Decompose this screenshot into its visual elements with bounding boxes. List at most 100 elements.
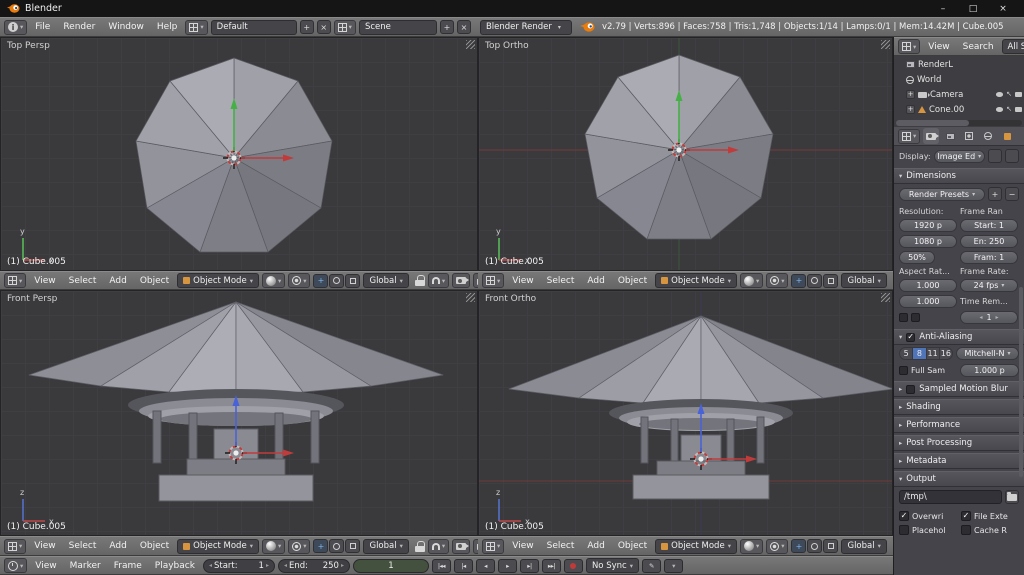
selectability-icon[interactable]: ↖ <box>1006 91 1012 98</box>
keying-set-button[interactable]: ▾ <box>664 559 683 573</box>
file-browse-button[interactable] <box>1005 490 1019 504</box>
rotate-manipulator-icon[interactable] <box>807 274 822 288</box>
viewport-front-ortho[interactable]: zx Front Ortho (1) Cube.005 <box>478 290 893 536</box>
menu-select[interactable]: Select <box>64 276 102 286</box>
fps-dropdown[interactable]: 24 fps <box>960 279 1018 292</box>
render-presets-dropdown[interactable]: Render Presets <box>899 188 985 201</box>
resolution-y-slider[interactable]: 1080 p <box>899 235 957 248</box>
sync-dropdown[interactable]: No Sync▾ <box>586 558 639 573</box>
menu-file[interactable]: File <box>30 22 55 32</box>
translate-manipulator-icon[interactable]: + <box>791 274 806 288</box>
editor-type-button[interactable]: ▾ <box>482 539 504 554</box>
expand-icon[interactable]: + <box>906 90 915 99</box>
menu-view[interactable]: View <box>507 276 538 286</box>
tab-render-layers[interactable] <box>942 128 958 144</box>
cache-result-checkbox[interactable]: Cache R <box>961 525 1021 535</box>
screen-layout-dropdown[interactable]: Default <box>211 20 297 35</box>
full-sample-checkbox[interactable] <box>899 366 908 375</box>
mode-dropdown[interactable]: Object Mode▾ <box>655 273 737 288</box>
menu-object[interactable]: Object <box>613 276 652 286</box>
anti-aliasing-checkbox[interactable]: ✓ <box>906 333 915 342</box>
outliner-item-camera[interactable]: + Camera ↖ <box>894 87 1024 102</box>
outliner-item-renderlayer[interactable]: RenderL <box>894 57 1024 72</box>
menu-window[interactable]: Window <box>103 22 149 32</box>
menu-object[interactable]: Object <box>135 541 174 551</box>
menu-view[interactable]: View <box>507 541 538 551</box>
scale-manipulator-icon[interactable] <box>345 539 360 553</box>
scrollbar-thumb[interactable] <box>896 120 969 126</box>
aa-samples-8-button[interactable]: 8 <box>913 348 926 359</box>
menu-add[interactable]: Add <box>104 541 131 551</box>
editor-outliner-button[interactable]: ▾ <box>898 39 920 54</box>
outliner-item-world[interactable]: World <box>894 72 1024 87</box>
menu-select[interactable]: Select <box>64 541 102 551</box>
prev-keyframe-button[interactable]: |◂ <box>454 559 473 573</box>
translate-manipulator-icon[interactable]: + <box>313 274 328 288</box>
section-anti-aliasing[interactable]: ▾ ✓ Anti-Aliasing <box>894 329 1024 345</box>
play-button[interactable]: ▸ <box>498 559 517 573</box>
frame-step-slider[interactable]: Fram: 1 <box>960 251 1018 264</box>
border-checkbox[interactable] <box>899 313 908 322</box>
aspect-y-slider[interactable]: 1.000 <box>899 295 957 308</box>
tab-render[interactable] <box>923 128 939 144</box>
add-preset-button[interactable]: + <box>988 187 1002 201</box>
menu-view[interactable]: View <box>923 42 954 52</box>
menu-playback[interactable]: Playback <box>150 561 200 571</box>
resolution-percentage-slider[interactable]: 50% <box>899 251 935 264</box>
screen-layout-browse-button[interactable]: ▾ <box>185 20 207 35</box>
aa-filter-dropdown[interactable]: Mitchell-N <box>956 347 1019 360</box>
file-extensions-checkbox[interactable]: ✓ File Exte <box>961 511 1021 521</box>
section-output[interactable]: ▾ Output <box>894 471 1024 487</box>
frame-start-slider[interactable]: Start: 1 <box>960 219 1018 232</box>
lock-icon[interactable] <box>415 274 425 287</box>
scale-manipulator-icon[interactable] <box>345 274 360 288</box>
renderability-icon[interactable] <box>1015 92 1022 97</box>
lock-icon[interactable] <box>415 540 425 553</box>
menu-view[interactable]: View <box>30 561 61 571</box>
play-reverse-button[interactable]: ◂ <box>476 559 495 573</box>
mode-dropdown[interactable]: Object Mode▾ <box>655 539 737 554</box>
area-corner-handle[interactable] <box>881 40 890 49</box>
section-post-processing[interactable]: ▸ Post Processing <box>894 435 1024 451</box>
delete-scene-button[interactable]: × <box>457 20 471 34</box>
section-metadata[interactable]: ▸ Metadata <box>894 453 1024 469</box>
viewport-front-persp[interactable]: zx Front Persp (1) Cube.005 <box>0 290 478 536</box>
shading-dropdown[interactable]: ▾ <box>740 273 763 288</box>
viewport-top-ortho[interactable]: yx Top Ortho (1) Cube.005 <box>478 37 893 271</box>
render-opengl-button[interactable] <box>452 273 470 288</box>
translate-manipulator-icon[interactable]: + <box>791 539 806 553</box>
menu-view[interactable]: View <box>29 276 60 286</box>
editor-type-button[interactable]: ▾ <box>4 273 26 288</box>
rotate-manipulator-icon[interactable] <box>807 539 822 553</box>
maximize-button[interactable]: □ <box>958 0 988 17</box>
aa-samples-16-button[interactable]: 16 <box>940 348 952 359</box>
expand-icon[interactable]: + <box>906 105 915 114</box>
area-corner-handle[interactable] <box>881 293 890 302</box>
pivot-dropdown[interactable]: ▾ <box>288 539 310 554</box>
delete-screen-button[interactable]: × <box>317 20 331 34</box>
menu-help[interactable]: Help <box>152 22 183 32</box>
outliner-horizontal-scrollbar[interactable] <box>896 120 1022 126</box>
menu-object[interactable]: Object <box>613 541 652 551</box>
jump-to-end-button[interactable]: ▸▸| <box>542 559 561 573</box>
time-remap-slider[interactable]: 1 <box>960 311 1018 324</box>
pin-button[interactable] <box>988 149 1002 163</box>
viewport-top-persp[interactable]: yx Top Persp (1) Cube.005 <box>0 37 478 271</box>
area-corner-handle[interactable] <box>466 293 475 302</box>
motion-blur-checkbox[interactable] <box>906 385 915 394</box>
pivot-dropdown[interactable]: ▾ <box>288 273 310 288</box>
display-mode-dropdown[interactable]: All Sc▾ <box>1002 39 1024 54</box>
add-scene-button[interactable]: + <box>440 20 454 34</box>
menu-search[interactable]: Search <box>958 42 999 52</box>
outliner-item-cone[interactable]: + Cone.00 ↖ <box>894 102 1024 117</box>
remove-preset-button[interactable]: − <box>1005 187 1019 201</box>
shading-dropdown[interactable]: ▾ <box>740 539 763 554</box>
visibility-icon[interactable] <box>996 92 1003 97</box>
orientation-dropdown[interactable]: Global▾ <box>841 539 886 554</box>
overwrite-checkbox[interactable]: ✓ Overwri <box>899 511 959 521</box>
add-screen-button[interactable]: + <box>300 20 314 34</box>
scene-dropdown[interactable]: Scene <box>359 20 437 35</box>
pivot-dropdown[interactable]: ▾ <box>766 539 788 554</box>
pivot-dropdown[interactable]: ▾ <box>766 273 788 288</box>
menu-marker[interactable]: Marker <box>65 561 106 571</box>
